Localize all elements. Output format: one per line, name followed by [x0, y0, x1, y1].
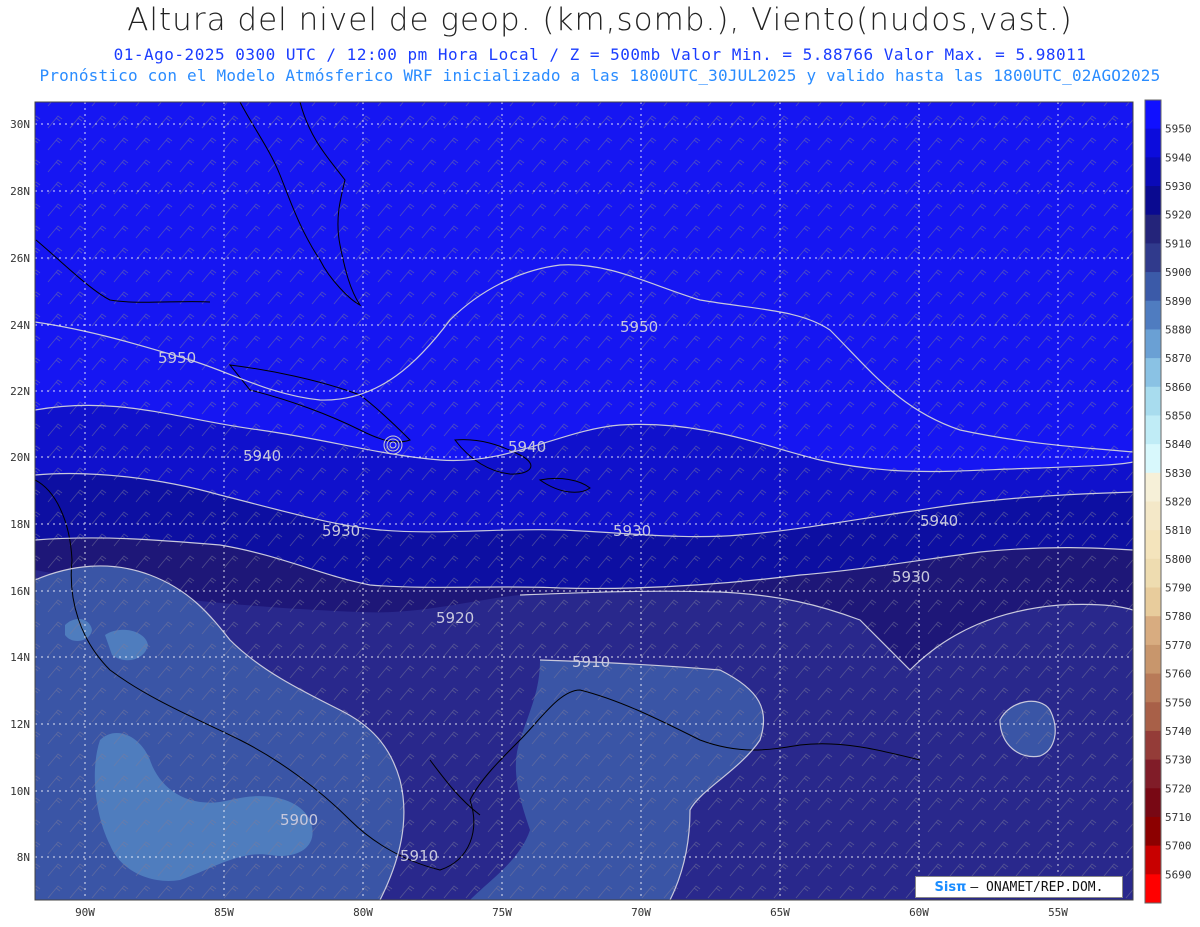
colorbar-swatch [1145, 272, 1161, 302]
colorbar-swatch [1145, 100, 1161, 130]
contour-label: 5910 [400, 847, 438, 865]
sispi-logo: Sisπ [934, 879, 967, 895]
colorbar-label: 5950 [1165, 123, 1192, 136]
colorbar-swatch [1145, 702, 1161, 732]
colorbar-label: 5870 [1165, 352, 1192, 365]
lon-label: 90W [75, 906, 95, 919]
colorbar-label: 5730 [1165, 754, 1192, 767]
colorbar-label: 5780 [1165, 610, 1192, 623]
colorbar-label: 5860 [1165, 381, 1192, 394]
contour-label: 5950 [620, 318, 658, 336]
colorbar-label: 5840 [1165, 438, 1192, 451]
colorbar-swatch [1145, 816, 1161, 847]
lat-label: 16N [10, 585, 30, 598]
lat-label: 22N [10, 385, 30, 398]
colorbar-label: 5880 [1165, 323, 1192, 336]
lat-label: 12N [10, 718, 30, 731]
lon-label: 80W [353, 906, 373, 919]
wind-barbs [35, 102, 1133, 900]
colorbar-swatch [1145, 300, 1161, 330]
colorbar-label: 5830 [1165, 467, 1192, 480]
lat-label: 8N [17, 851, 30, 864]
colorbar-swatch [1145, 558, 1161, 589]
colorbar-swatch [1145, 128, 1161, 158]
lon-label-group: 90W 85W 80W 75W 70W 65W 60W 55W [75, 906, 1068, 919]
colorbar-swatch [1145, 243, 1161, 273]
colorbar-swatch [1145, 673, 1161, 703]
credit-text: – ONAMET/REP.DOM. [970, 879, 1104, 895]
contour-label: 5940 [243, 447, 281, 465]
contour-label: 5920 [436, 609, 474, 627]
colorbar-label: 5850 [1165, 409, 1192, 422]
lat-label: 30N [10, 118, 30, 131]
contour-label: 5900 [280, 811, 318, 829]
lat-label: 28N [10, 185, 30, 198]
colorbar-label: 5720 [1165, 782, 1192, 795]
colorbar-label: 5710 [1165, 811, 1192, 824]
credit-box: Sisπ – ONAMET/REP.DOM. [915, 876, 1123, 898]
lat-label: 20N [10, 451, 30, 464]
forecast-map: 5950 5950 5940 5940 5940 5930 5930 5930 … [10, 99, 1192, 919]
contour-label: 5950 [158, 349, 196, 367]
colorbar-label: 5790 [1165, 582, 1192, 595]
colorbar-swatch [1145, 186, 1161, 216]
lon-label: 55W [1048, 906, 1068, 919]
lat-label: 10N [10, 785, 30, 798]
colorbar-label: 5690 [1165, 868, 1192, 881]
lon-label: 85W [214, 906, 234, 919]
colorbar-swatch [1145, 759, 1161, 789]
lon-label: 70W [631, 906, 651, 919]
colorbar-swatch [1145, 587, 1161, 617]
colorbar-label: 5810 [1165, 524, 1192, 537]
colorbar-label: 5820 [1165, 496, 1192, 509]
colorbar-swatch [1145, 530, 1161, 560]
colorbar-swatch [1145, 415, 1161, 445]
colorbar-swatch [1145, 472, 1161, 502]
colorbar-swatch [1145, 616, 1161, 646]
lat-label: 24N [10, 319, 30, 332]
lon-label: 65W [770, 906, 790, 919]
colorbar-swatch [1145, 214, 1161, 244]
colorbar: 5950 5940 5930 5920 5910 5900 5890 5880 5870 5860… [1144, 99, 1192, 904]
colorbar-swatch [1145, 788, 1161, 818]
colorbar-label: 5740 [1165, 725, 1192, 738]
colorbar-swatch [1145, 730, 1161, 761]
colorbar-label: 5760 [1165, 668, 1192, 681]
height-field: 5950 5950 5940 5940 5940 5930 5930 5930 … [35, 102, 1133, 900]
contour-label: 5930 [613, 522, 651, 540]
contour-label: 5910 [572, 653, 610, 671]
lon-label: 60W [909, 906, 929, 919]
lat-label: 14N [10, 651, 30, 664]
lat-label: 26N [10, 252, 30, 265]
lon-label: 75W [492, 906, 512, 919]
colorbar-label: 5890 [1165, 295, 1192, 308]
colorbar-swatch [1145, 644, 1161, 675]
colorbar-swatch [1145, 157, 1161, 187]
colorbar-swatch [1145, 329, 1161, 359]
colorbar-label: 5920 [1165, 209, 1192, 222]
colorbar-label: 5900 [1165, 266, 1192, 279]
colorbar-swatch [1145, 358, 1161, 388]
contour-label: 5930 [322, 522, 360, 540]
lat-label-group: 30N 28N 26N 24N 22N 20N 18N 16N 14N 12N … [10, 118, 30, 864]
contour-label: 5940 [920, 512, 958, 530]
colorbar-label: 5800 [1165, 553, 1192, 566]
colorbar-label: 5910 [1165, 237, 1192, 250]
colorbar-label: 5750 [1165, 696, 1192, 709]
colorbar-swatch [1145, 874, 1161, 904]
lat-label: 18N [10, 518, 30, 531]
colorbar-swatch [1145, 845, 1161, 875]
colorbar-label: 5700 [1165, 840, 1192, 853]
colorbar-swatch [1145, 501, 1161, 531]
colorbar-label: 5770 [1165, 639, 1192, 652]
colorbar-swatch [1145, 444, 1161, 474]
colorbar-label: 5940 [1165, 151, 1192, 164]
colorbar-swatch [1145, 386, 1161, 416]
contour-label: 5930 [892, 568, 930, 586]
colorbar-label: 5930 [1165, 180, 1192, 193]
contour-label: 5940 [508, 438, 546, 456]
